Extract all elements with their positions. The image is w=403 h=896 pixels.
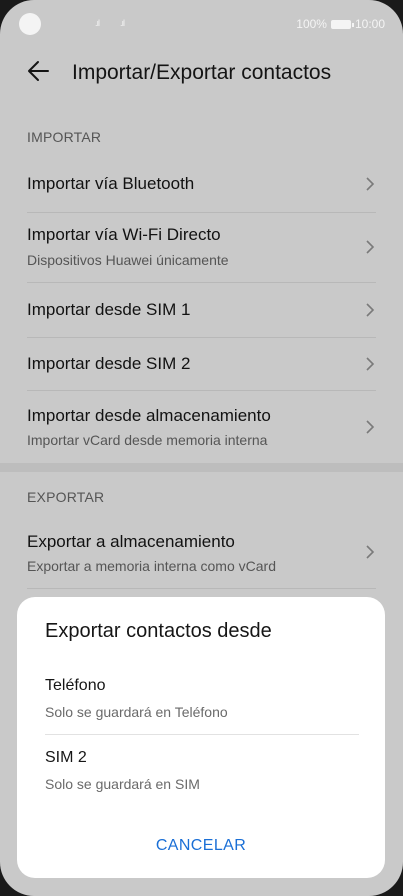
battery-icon bbox=[330, 19, 354, 29]
dialog-option-phone[interactable]: Teléfono Solo se guardará en Teléfono bbox=[17, 667, 385, 733]
signal-icon: .ıl bbox=[120, 18, 125, 28]
list-item-title: Importar desde SIM 2 bbox=[27, 354, 191, 373]
page-title: Importar/Exportar contactos bbox=[72, 61, 332, 84]
list-item-subtitle: Importar vCard desde memoria interna bbox=[27, 432, 268, 448]
list-item-import-wifi-direct[interactable]: Importar vía Wi-Fi Directo Dispositivos … bbox=[0, 213, 403, 282]
app-header: Importar/Exportar contactos bbox=[0, 48, 403, 98]
option-subtitle: Solo se guardará en SIM bbox=[45, 776, 200, 792]
chevron-right-icon bbox=[366, 545, 375, 559]
list-item-subtitle: Dispositivos Huawei únicamente bbox=[27, 252, 229, 268]
front-camera bbox=[19, 13, 41, 35]
status-bar: .ıl .ıl 100% 10:00 bbox=[0, 0, 403, 48]
chevron-right-icon bbox=[366, 240, 375, 254]
list-item-title: Exportar a almacenamiento bbox=[27, 532, 235, 551]
chevron-right-icon bbox=[366, 420, 375, 434]
list-item-import-sim2[interactable]: Importar desde SIM 2 bbox=[0, 338, 403, 390]
dialog-title: Exportar contactos desde bbox=[45, 620, 272, 642]
chevron-right-icon bbox=[366, 177, 375, 191]
list-item-title: Importar desde almacenamiento bbox=[27, 406, 271, 425]
status-right: 100% 10:00 bbox=[296, 17, 385, 31]
option-subtitle: Solo se guardará en Teléfono bbox=[45, 704, 228, 720]
divider bbox=[45, 734, 359, 735]
divider bbox=[27, 588, 376, 589]
phone-screen: .ıl .ıl 100% 10:00 Importar/Exportar con… bbox=[0, 0, 403, 896]
export-source-dialog: Exportar contactos desde Teléfono Solo s… bbox=[17, 597, 385, 878]
section-label-import: IMPORTAR bbox=[27, 129, 102, 145]
clock: 10:00 bbox=[354, 17, 385, 31]
list-item-import-storage[interactable]: Importar desde almacenamiento Importar v… bbox=[0, 391, 403, 462]
option-title: Teléfono bbox=[45, 677, 106, 694]
list-item-import-bluetooth[interactable]: Importar vía Bluetooth bbox=[0, 158, 403, 212]
list-item-subtitle: Exportar a memoria interna como vCard bbox=[27, 558, 276, 574]
arrow-left-icon[interactable] bbox=[26, 58, 52, 84]
list-item-title: Importar vía Wi-Fi Directo bbox=[27, 225, 221, 244]
list-item-title: Importar vía Bluetooth bbox=[27, 174, 195, 193]
section-separator bbox=[0, 463, 403, 472]
list-item-import-sim1[interactable]: Importar desde SIM 1 bbox=[0, 283, 403, 337]
list-item-export-storage[interactable]: Exportar a almacenamiento Exportar a mem… bbox=[0, 518, 403, 588]
dialog-option-sim2[interactable]: SIM 2 Solo se guardará en SIM bbox=[17, 739, 385, 799]
list-item-title: Importar desde SIM 1 bbox=[27, 300, 191, 319]
section-label-export: EXPORTAR bbox=[27, 489, 105, 505]
chevron-right-icon bbox=[366, 303, 375, 317]
chevron-right-icon bbox=[366, 357, 375, 371]
battery-percent: 100% bbox=[296, 17, 327, 31]
signal-icon: .ıl bbox=[95, 18, 100, 28]
cancel-button[interactable]: CANCELAR bbox=[17, 837, 385, 855]
option-title: SIM 2 bbox=[45, 749, 87, 766]
